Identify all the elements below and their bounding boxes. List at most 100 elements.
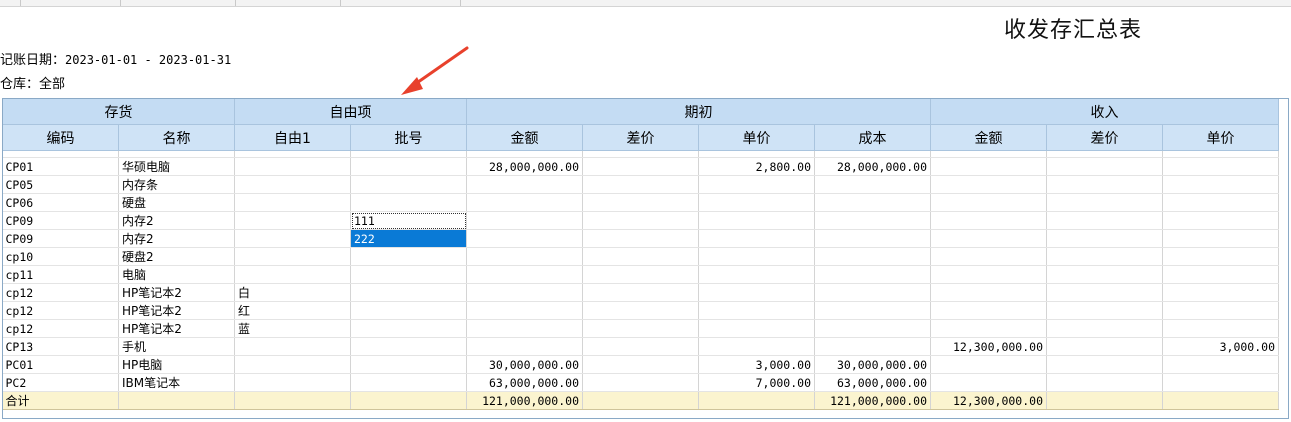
cell-batch[interactable]	[350, 301, 467, 320]
cell-name[interactable]: IBM笔记本	[118, 373, 235, 392]
cell-opening-price[interactable]	[698, 211, 815, 230]
cell-opening-diff[interactable]	[582, 265, 699, 284]
cell-opening-diff[interactable]	[582, 211, 699, 230]
column-header-opening-amount[interactable]: 金额	[466, 124, 583, 151]
cell-opening-price[interactable]	[698, 283, 815, 302]
cell-name[interactable]: 电脑	[118, 265, 235, 284]
cell-receipt-diff[interactable]	[1046, 283, 1163, 302]
cell-free1[interactable]: 红	[234, 301, 351, 320]
cell-opening-amount[interactable]: 30,000,000.00	[466, 355, 583, 374]
cell-opening-price[interactable]	[698, 319, 815, 338]
cell-code[interactable]: CP13	[2, 337, 119, 356]
cell-free1[interactable]	[234, 157, 351, 176]
cell-code[interactable]: PC2	[2, 373, 119, 392]
cell-code[interactable]: CP01	[2, 157, 119, 176]
cell-name[interactable]: 硬盘2	[118, 247, 235, 266]
cell-opening-price[interactable]	[698, 193, 815, 212]
table-row[interactable]: CP13 手机 12,300,000.00 3,000.00	[2, 337, 1279, 356]
cell-free1[interactable]	[234, 337, 351, 356]
cell-opening-price[interactable]: 7,000.00	[698, 373, 815, 392]
cell-receipt-amount[interactable]	[930, 355, 1047, 374]
cell-receipt-price[interactable]	[1162, 157, 1279, 176]
cell-receipt-amount[interactable]	[930, 301, 1047, 320]
cell-receipt-diff[interactable]	[1046, 355, 1163, 374]
cell-opening-amount[interactable]: 63,000,000.00	[466, 373, 583, 392]
cell-receipt-price[interactable]	[1162, 265, 1279, 284]
cell-opening-cost[interactable]	[814, 283, 931, 302]
cell-receipt-diff[interactable]	[1046, 319, 1163, 338]
cell-opening-cost[interactable]	[814, 265, 931, 284]
cell-name[interactable]: 手机	[118, 337, 235, 356]
cell-opening-diff[interactable]	[582, 373, 699, 392]
cell-receipt-price[interactable]	[1162, 355, 1279, 374]
cell-opening-cost[interactable]	[814, 193, 931, 212]
cell-opening-cost[interactable]: 28,000,000.00	[814, 157, 931, 176]
column-header-receipt-price[interactable]: 单价	[1162, 124, 1279, 151]
cell-batch[interactable]: 222	[350, 229, 467, 248]
table-row[interactable]: CP01 华硕电脑 28,000,000.00 2,800.00 28,000,000.…	[2, 157, 1279, 176]
cell-receipt-amount[interactable]	[930, 229, 1047, 248]
cell-opening-cost[interactable]	[814, 211, 931, 230]
cell-receipt-diff[interactable]	[1046, 175, 1163, 194]
cell-opening-amount[interactable]	[466, 211, 583, 230]
cell-opening-cost[interactable]: 63,000,000.00	[814, 373, 931, 392]
cell-receipt-diff[interactable]	[1046, 337, 1163, 356]
cell-code[interactable]: CP06	[2, 193, 119, 212]
cell-name[interactable]: 内存2	[118, 211, 235, 230]
cell-free1[interactable]	[234, 229, 351, 248]
cell-opening-amount[interactable]	[466, 301, 583, 320]
cell-free1[interactable]: 白	[234, 283, 351, 302]
cell-name[interactable]: 内存2	[118, 229, 235, 248]
cell-receipt-diff[interactable]	[1046, 301, 1163, 320]
cell-receipt-amount[interactable]: 12,300,000.00	[930, 337, 1047, 356]
cell-receipt-amount[interactable]	[930, 211, 1047, 230]
column-header-free1[interactable]: 自由1	[234, 124, 351, 151]
cell-name[interactable]: HP电脑	[118, 355, 235, 374]
cell-opening-cost[interactable]	[814, 337, 931, 356]
cell-name[interactable]: 华硕电脑	[118, 157, 235, 176]
cell-batch[interactable]	[350, 373, 467, 392]
cell-free1[interactable]	[234, 193, 351, 212]
cell-opening-amount[interactable]	[466, 229, 583, 248]
cell-opening-cost[interactable]	[814, 301, 931, 320]
table-row[interactable]: CP09 内存2 111	[2, 211, 1279, 230]
cell-code[interactable]: cp12	[2, 319, 119, 338]
cell-opening-amount[interactable]: 28,000,000.00	[466, 157, 583, 176]
table-row[interactable]: PC01 HP电脑 30,000,000.00 3,000.00 30,000,000.…	[2, 355, 1279, 374]
cell-receipt-price[interactable]	[1162, 283, 1279, 302]
cell-batch[interactable]	[350, 265, 467, 284]
cell-opening-price[interactable]	[698, 301, 815, 320]
cell-free1[interactable]	[234, 175, 351, 194]
cell-batch[interactable]	[350, 193, 467, 212]
table-row[interactable]: cp12 HP笔记本2 蓝	[2, 319, 1279, 338]
cell-opening-amount[interactable]	[466, 319, 583, 338]
cell-batch[interactable]	[350, 175, 467, 194]
cell-receipt-price[interactable]	[1162, 247, 1279, 266]
cell-code[interactable]: cp11	[2, 265, 119, 284]
cell-free1[interactable]	[234, 355, 351, 374]
cell-free1[interactable]: 蓝	[234, 319, 351, 338]
cell-name[interactable]: 硬盘	[118, 193, 235, 212]
cell-free1[interactable]	[234, 265, 351, 284]
cell-receipt-amount[interactable]	[930, 283, 1047, 302]
cell-name[interactable]: HP笔记本2	[118, 301, 235, 320]
column-header-batch[interactable]: 批号	[350, 124, 467, 151]
cell-opening-amount[interactable]	[466, 337, 583, 356]
cell-batch[interactable]	[350, 355, 467, 374]
cell-receipt-price[interactable]	[1162, 193, 1279, 212]
cell-receipt-amount[interactable]	[930, 319, 1047, 338]
cell-receipt-amount[interactable]	[930, 157, 1047, 176]
cell-name[interactable]: 内存条	[118, 175, 235, 194]
cell-receipt-price[interactable]	[1162, 373, 1279, 392]
table-row[interactable]: cp10 硬盘2	[2, 247, 1279, 266]
cell-opening-diff[interactable]	[582, 355, 699, 374]
cell-opening-price[interactable]	[698, 247, 815, 266]
cell-receipt-amount[interactable]	[930, 373, 1047, 392]
cell-receipt-price[interactable]: 3,000.00	[1162, 337, 1279, 356]
cell-opening-amount[interactable]	[466, 175, 583, 194]
cell-opening-cost[interactable]	[814, 229, 931, 248]
cell-batch[interactable]	[350, 337, 467, 356]
cell-opening-cost[interactable]: 30,000,000.00	[814, 355, 931, 374]
cell-receipt-diff[interactable]	[1046, 373, 1163, 392]
column-header-opening-price[interactable]: 单价	[698, 124, 815, 151]
